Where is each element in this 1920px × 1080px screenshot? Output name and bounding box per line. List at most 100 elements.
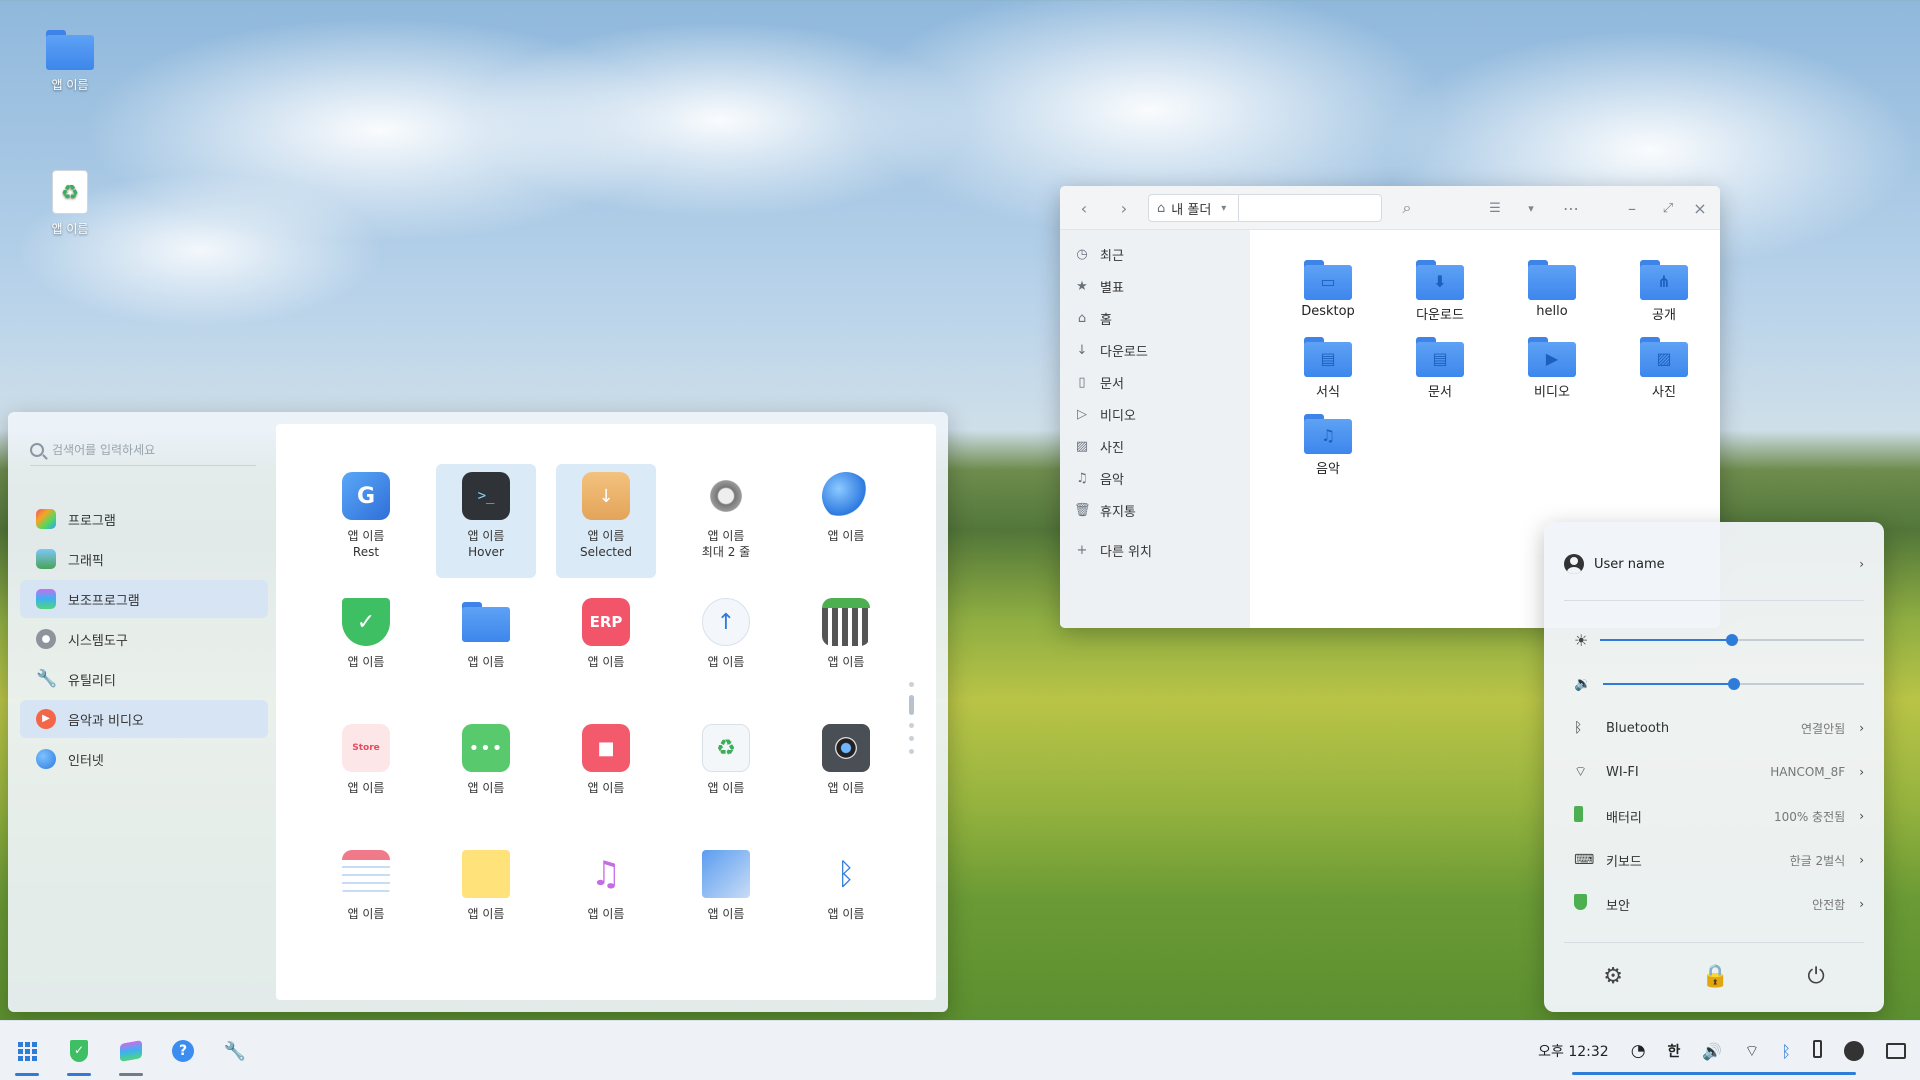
folder-item[interactable]: ▤ 서식 [1272,337,1384,400]
update-check-icon[interactable]: ◔ [1631,1041,1646,1061]
app-tile[interactable]: ↓ 앱 이름 Selected [556,464,656,578]
show-desktop-icon[interactable] [1886,1043,1906,1059]
more-icon[interactable]: ⋯ [1556,196,1586,220]
category-utilities[interactable]: 🔧 유틸리티 [20,660,268,698]
sidebar-item-videos[interactable]: ▷ 비디오 [1060,398,1250,430]
category-graphics[interactable]: 그래픽 [20,540,268,578]
folder-item[interactable]: ⋔ 공개 [1608,260,1720,323]
back-icon[interactable]: ‹ [1072,196,1096,220]
desktop-icon-recycle-bin[interactable]: ♻ 앱 이름 [25,170,115,237]
category-music-video[interactable]: ▶ 음악과 비디오 [20,700,268,738]
app-tile[interactable]: Store 앱 이름 [316,716,416,830]
folder-item[interactable]: ▶ 비디오 [1496,337,1608,400]
brightness-slider[interactable] [1600,634,1864,646]
bluetooth-row[interactable]: ᛒ Bluetooth 연결안됨 › [1574,716,1864,740]
wifi-row[interactable]: ⌔ WI-FI HANCOM_8F › [1574,760,1864,784]
sidebar-item-other-locations[interactable]: + 다른 위치 [1060,534,1250,566]
page-dot-current[interactable] [908,695,914,715]
sidebar-item-music[interactable]: ♫ 음악 [1060,462,1250,494]
slider-fill [1600,639,1733,641]
page-indicator[interactable] [908,674,914,762]
app-tile[interactable]: ᛒ 앱 이름 [796,842,896,956]
user-icon[interactable] [1844,1041,1864,1061]
accessories-icon[interactable] [118,1038,144,1076]
battery-row[interactable]: 배터리 100% 충전됨 › [1574,804,1864,828]
app-tile[interactable]: >_ 앱 이름 Hover [436,464,536,578]
folder-item[interactable]: ♫ 음악 [1272,414,1384,477]
security-row[interactable]: 보안 안전함 › [1574,892,1864,916]
app-tile[interactable]: 앱 이름 [796,464,896,578]
close-icon[interactable]: × [1688,196,1712,220]
sidebar-item-pictures[interactable]: ▨ 사진 [1060,430,1250,462]
settings-gear-icon[interactable]: ⚙ [1603,964,1623,989]
page-dot[interactable] [908,723,914,728]
app-tile[interactable]: ♻ 앱 이름 [676,716,776,830]
app-tile[interactable]: ♫ 앱 이름 [556,842,656,956]
battery-icon[interactable] [1813,1040,1822,1062]
search-icon[interactable]: ⌕ [1392,196,1422,220]
volume-icon[interactable]: 🔊 [1702,1042,1722,1061]
security-shield-icon[interactable]: ✓ [66,1038,92,1076]
sidebar-item-trash[interactable]: 🗑 휴지통 [1060,494,1250,526]
page-dot[interactable] [908,682,914,687]
folder-item[interactable]: ▤ 문서 [1384,337,1496,400]
app-tile[interactable]: 앱 이름 [796,716,896,830]
launcher-search[interactable] [30,434,256,466]
slider-handle[interactable] [1727,678,1740,690]
keyboard-row[interactable]: ⌨ 키보드 한글 2벌식 › [1574,848,1864,872]
folder-item[interactable]: ▨ 사진 [1608,337,1720,400]
category-programs[interactable]: 프로그램 [20,500,268,538]
volume-icon: 🔉 [1574,676,1592,692]
app-tile[interactable]: ••• 앱 이름 [436,716,536,830]
app-tile[interactable]: ■ 앱 이름 [556,716,656,830]
app-tile[interactable]: G 앱 이름 Rest [316,464,416,578]
page-dot[interactable] [908,736,914,741]
forward-icon[interactable]: › [1112,196,1136,220]
category-accessories[interactable]: 보조프로그램 [20,580,268,618]
folder-item[interactable]: ⬇ 다운로드 [1384,260,1496,323]
lock-icon[interactable]: 🔒 [1701,964,1728,989]
power-icon[interactable]: ⏻ [1807,964,1824,989]
app-tile[interactable]: ERP 앱 이름 [556,590,656,704]
app-sublabel: Selected [579,545,633,559]
clock[interactable]: 오후 12:32 [1538,1041,1609,1061]
list-view-icon[interactable]: ☰ [1480,196,1510,220]
maximize-icon[interactable]: ⤢ [1656,196,1680,220]
chevron-down-icon[interactable]: ▾ [1221,203,1226,214]
wifi-icon[interactable]: ⌔ [1744,1041,1759,1061]
app-tile[interactable]: 앱 이름 [796,590,896,704]
sidebar-item-documents[interactable]: ▯ 문서 [1060,366,1250,398]
app-tile[interactable]: 앱 이름 [436,590,536,704]
plus-icon: + [1076,542,1088,558]
sidebar-item-label: 최근 [1100,248,1124,264]
slider-handle[interactable] [1726,634,1739,646]
chevron-down-icon[interactable]: ▾ [1516,196,1546,220]
user-row[interactable]: User name › [1564,544,1864,584]
category-label: 그래픽 [68,553,104,569]
desktop-icon-folder[interactable]: 앱 이름 [25,30,115,93]
volume-slider[interactable] [1603,678,1864,690]
folder-item[interactable]: ▭ Desktop [1272,260,1384,323]
bluetooth-icon[interactable]: ᛒ [1781,1042,1791,1061]
category-system-tools[interactable]: 시스템도구 [20,620,268,658]
page-dot[interactable] [908,749,914,754]
input-method-indicator[interactable]: 한 [1668,1041,1681,1061]
sidebar-item-home[interactable]: ⌂ 홈 [1060,302,1250,334]
sidebar-item-recent[interactable]: ◷ 최근 [1060,238,1250,270]
category-internet[interactable]: 인터넷 [20,740,268,778]
app-tile[interactable]: 앱 이름 [436,842,536,956]
folder-item[interactable]: hello [1496,260,1608,323]
app-tile[interactable]: 앱 이름 최대 2 줄 [676,464,776,578]
app-tile[interactable]: 앱 이름 [316,842,416,956]
app-tile[interactable]: 앱 이름 [676,842,776,956]
app-grid-icon[interactable] [14,1038,40,1076]
app-tile[interactable]: ↑ 앱 이름 [676,590,776,704]
app-tile[interactable]: ✓ 앱 이름 [316,590,416,704]
tools-icon[interactable]: 🔧 [222,1038,248,1064]
minimize-icon[interactable]: – [1620,196,1644,220]
path-bar[interactable]: ⌂ 내 폴더 ▾ [1148,194,1382,222]
sidebar-item-starred[interactable]: ★ 별표 [1060,270,1250,302]
search-input[interactable] [52,442,242,457]
help-icon[interactable]: ? [170,1038,196,1064]
sidebar-item-downloads[interactable]: ↓ 다운로드 [1060,334,1250,366]
